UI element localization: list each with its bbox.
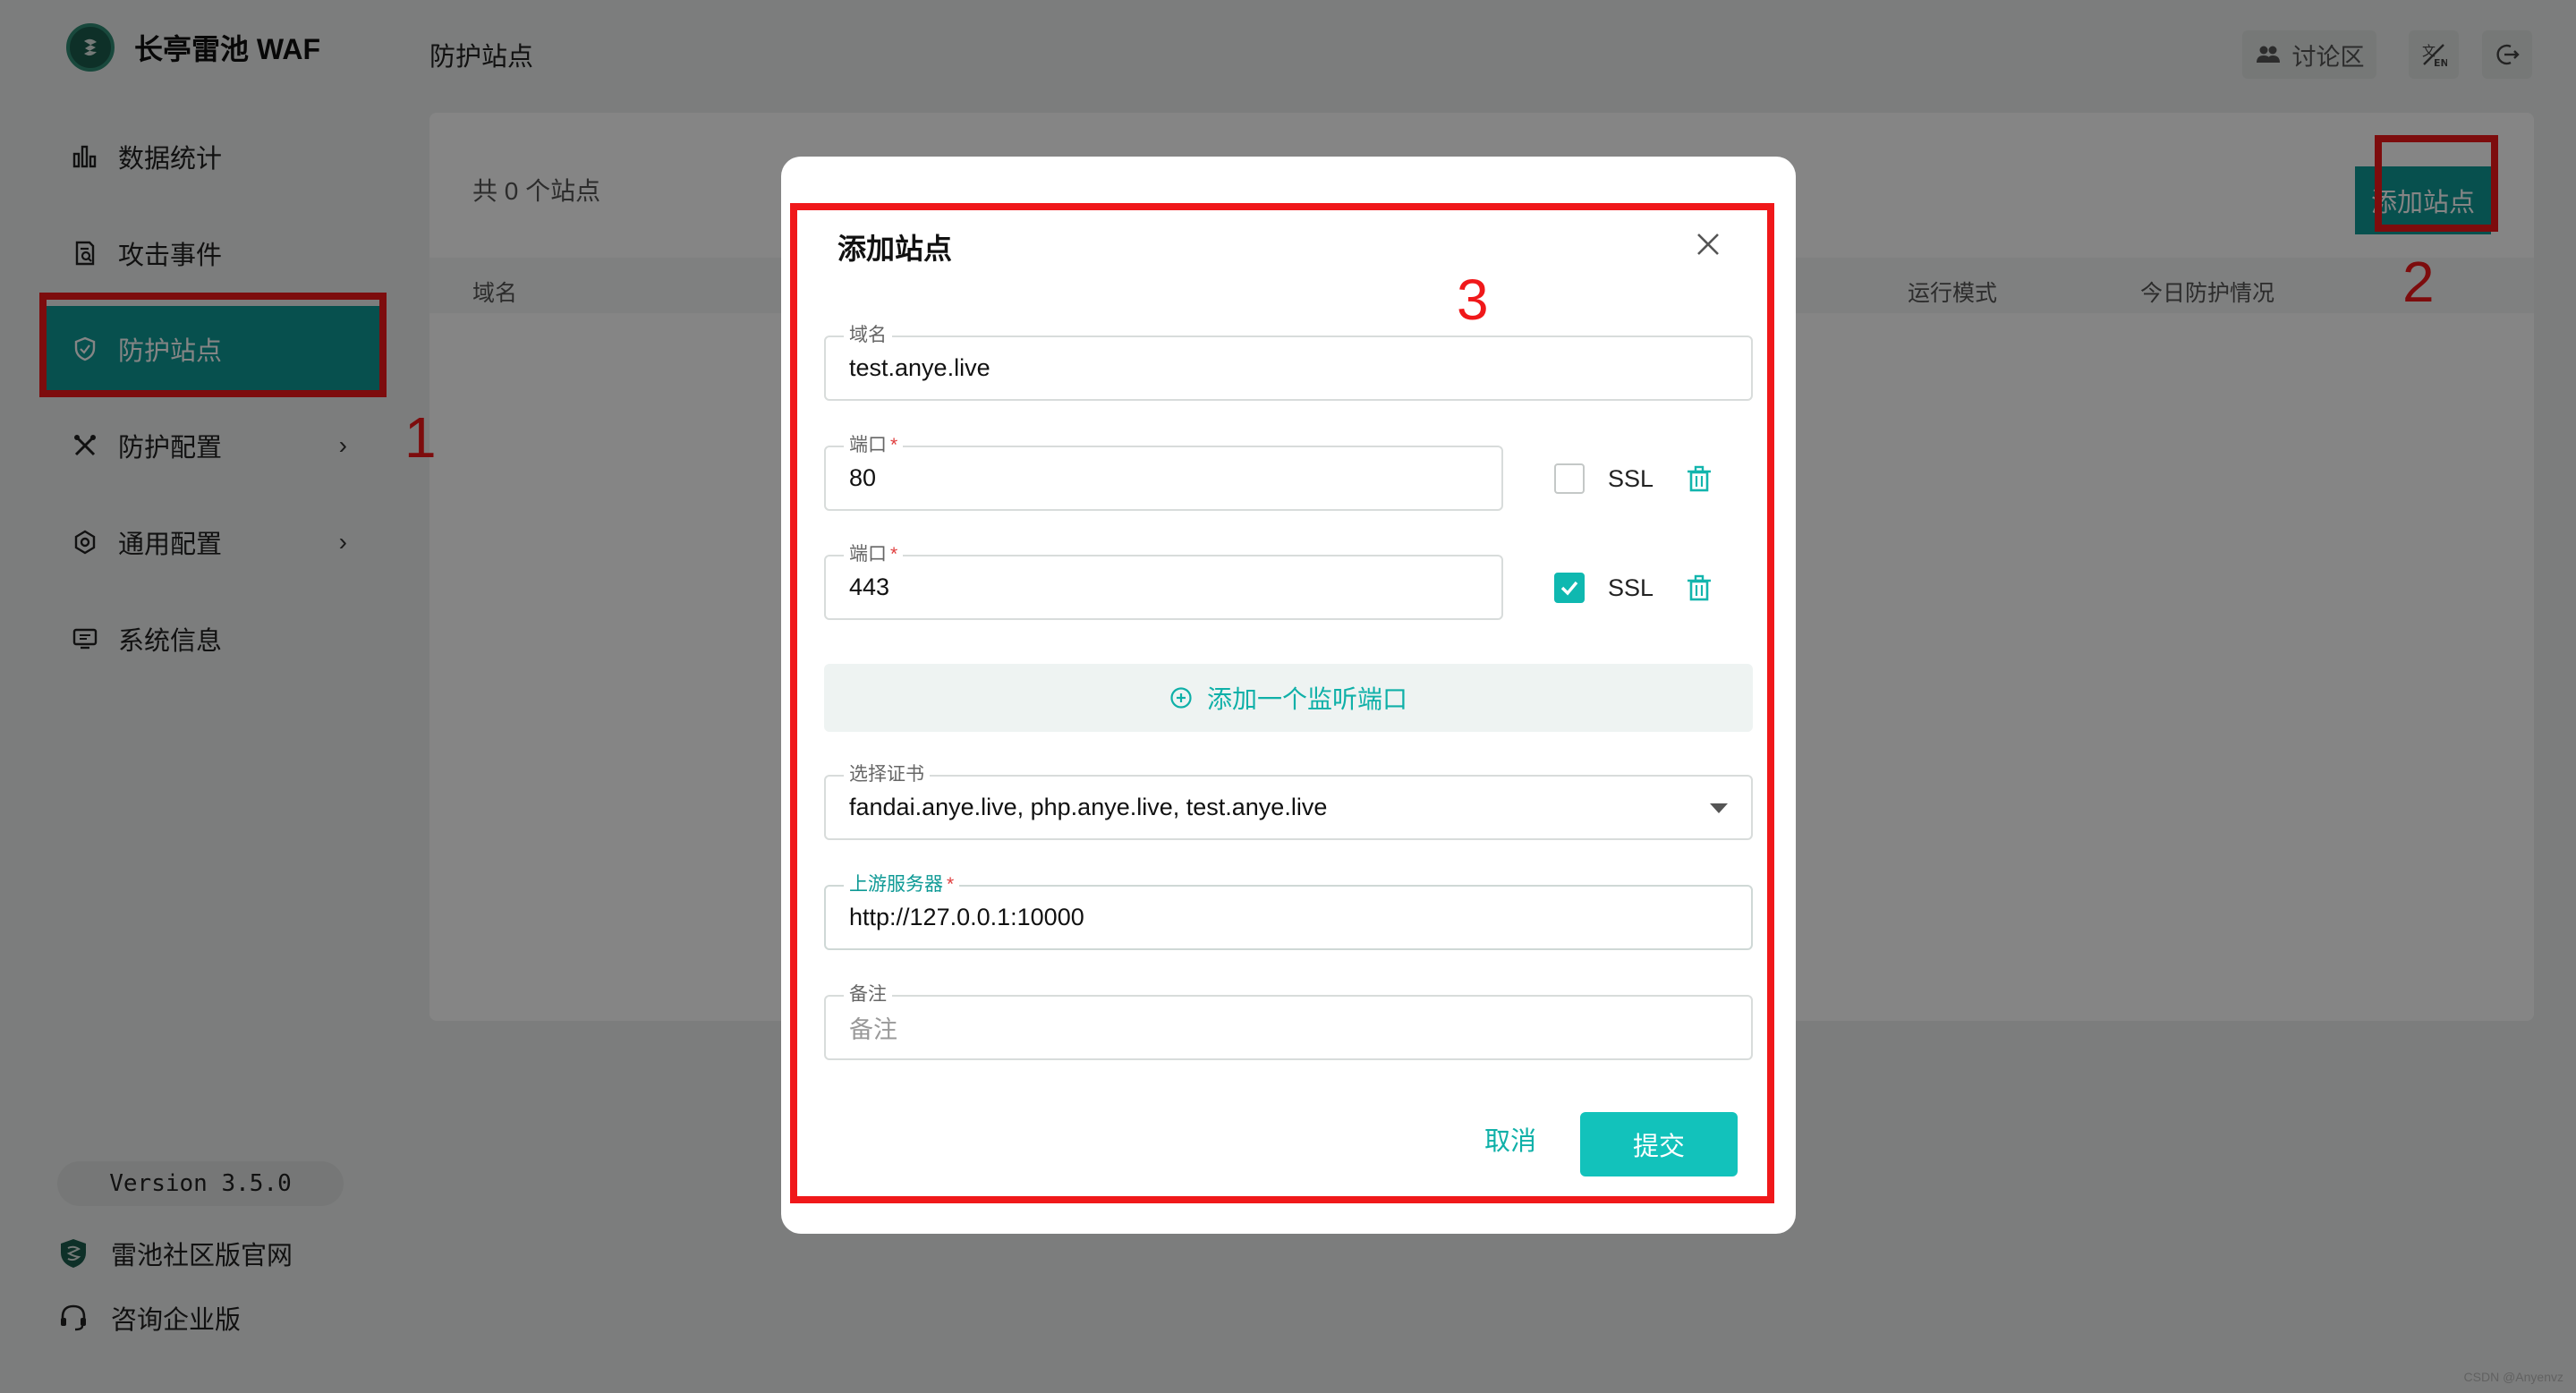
annotation-box-3 bbox=[790, 203, 1774, 1203]
annotation-number-3: 3 bbox=[1457, 268, 1489, 332]
